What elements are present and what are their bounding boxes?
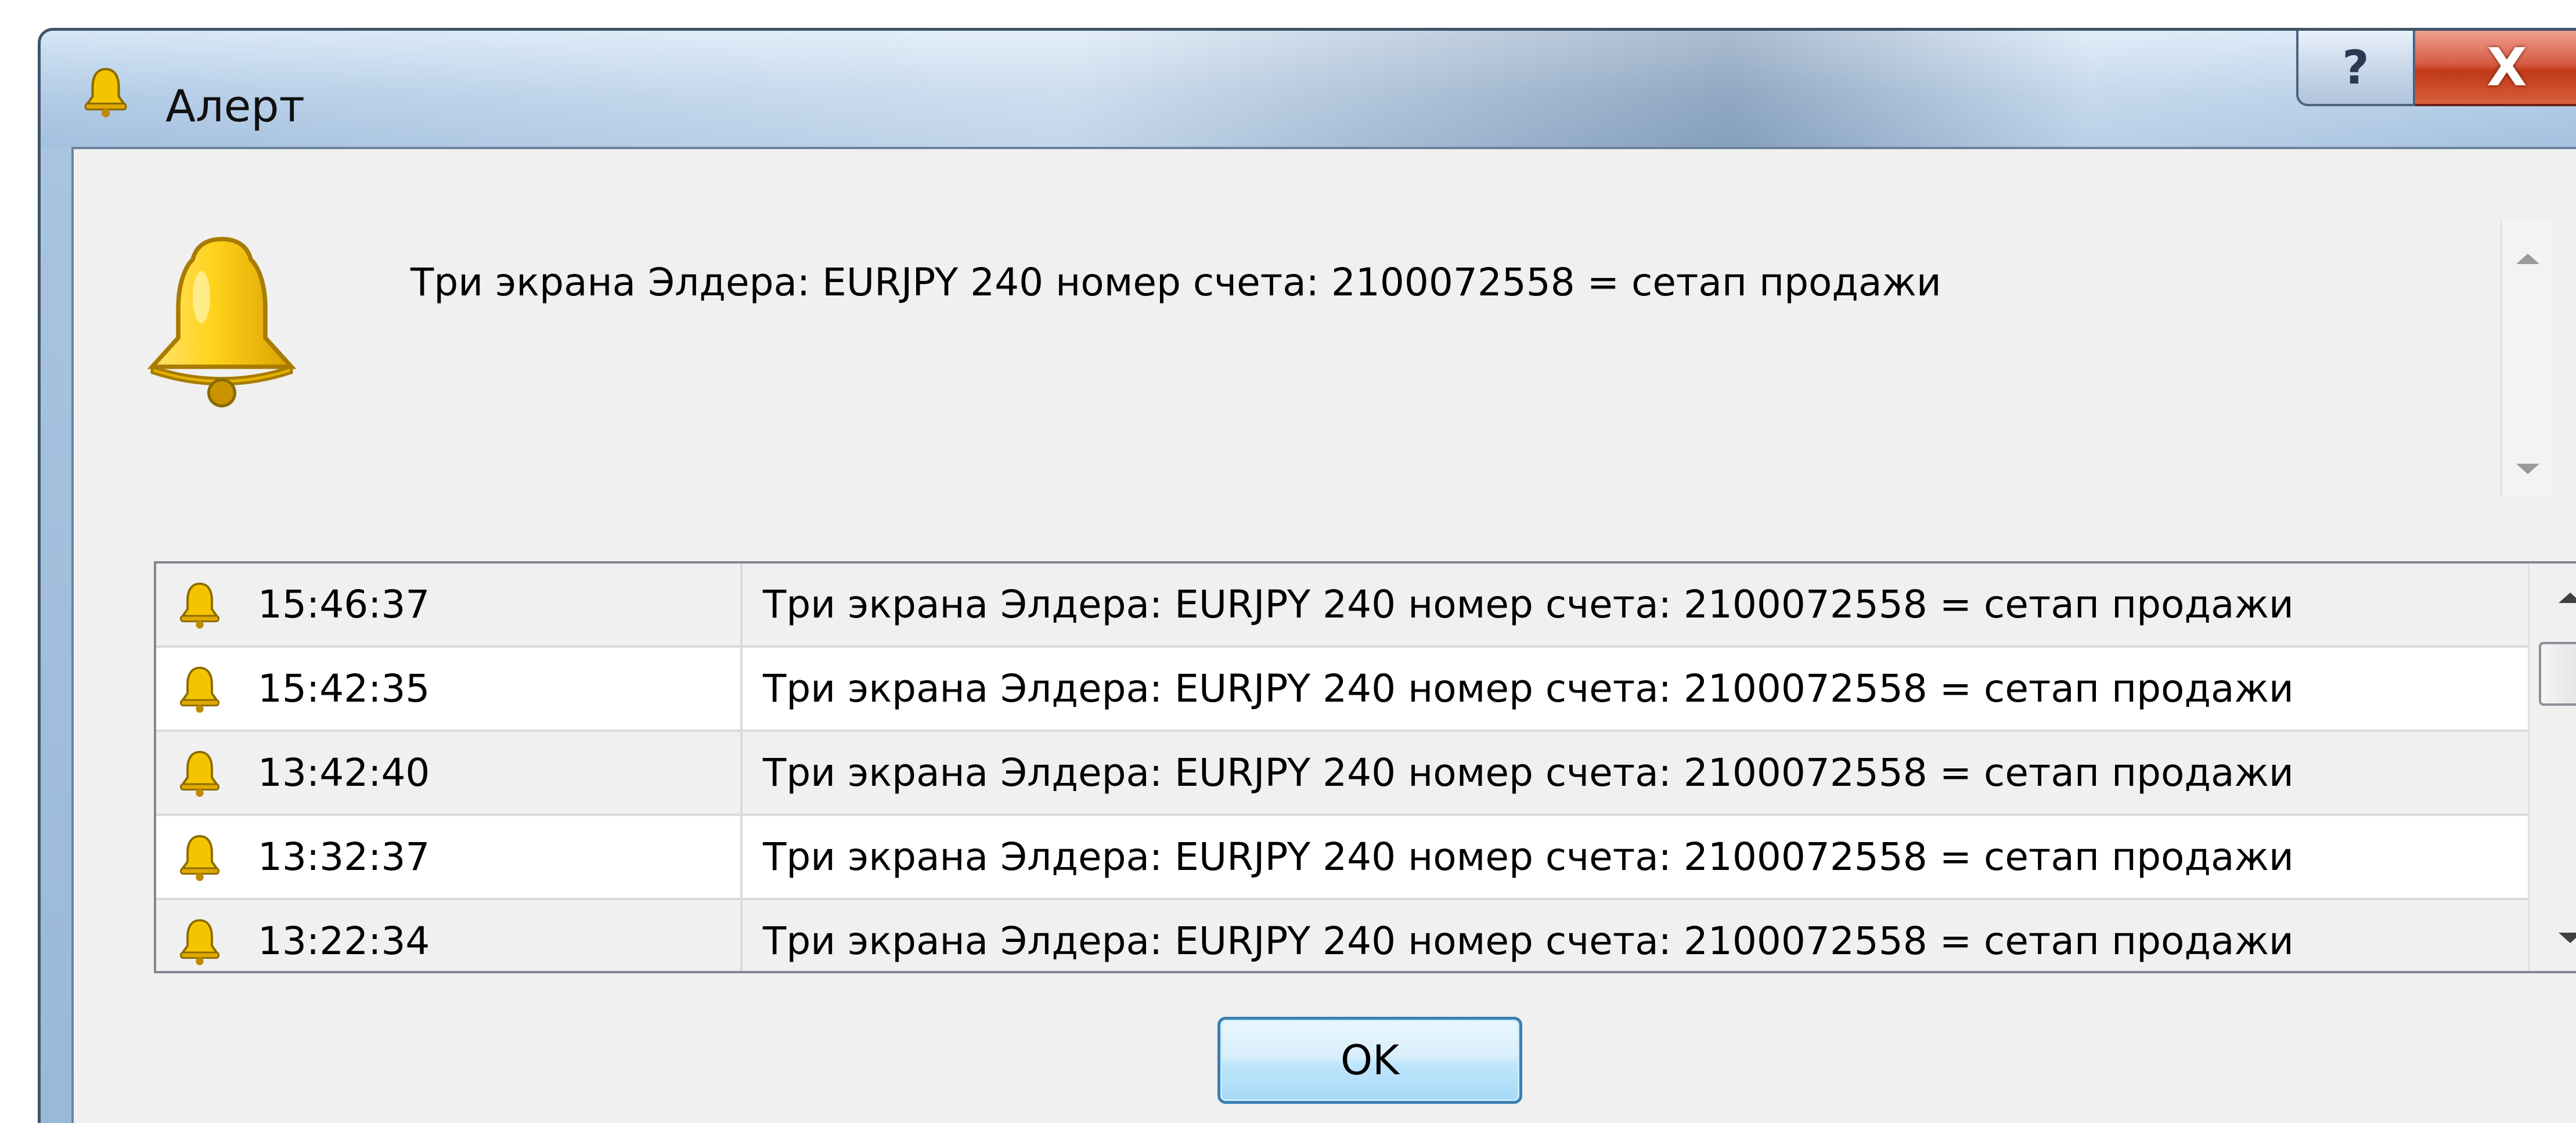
scroll-thumb[interactable] bbox=[2539, 642, 2576, 706]
bell-icon bbox=[179, 750, 220, 797]
alert-history-list[interactable]: 15:46:37 Три экрана Элдера: EURJPY 240 н… bbox=[154, 561, 2576, 973]
alert-bell-icon bbox=[147, 237, 297, 407]
row-time: 15:42:35 bbox=[258, 666, 430, 711]
row-time: 13:32:37 bbox=[258, 835, 430, 879]
time-cell: 13:42:40 bbox=[156, 732, 743, 814]
help-button[interactable]: ? bbox=[2296, 31, 2415, 106]
scroll-down-arrow-icon[interactable] bbox=[2516, 464, 2539, 474]
question-icon: ? bbox=[2342, 40, 2369, 95]
title-bar[interactable]: Алерт ? X bbox=[41, 31, 2576, 147]
alert-message: Три экрана Элдера: EURJPY 240 номер счет… bbox=[410, 260, 1941, 305]
time-cell: 15:46:37 bbox=[156, 564, 743, 645]
row-message: Три экрана Элдера: EURJPY 240 номер счет… bbox=[763, 750, 2294, 795]
close-button[interactable]: X bbox=[2415, 31, 2576, 106]
caption-buttons: ? X bbox=[2296, 31, 2576, 111]
row-time: 13:22:34 bbox=[258, 919, 430, 963]
scroll-up-arrow-icon[interactable] bbox=[2558, 593, 2576, 603]
close-icon: X bbox=[2487, 37, 2527, 98]
row-message: Три экрана Элдера: EURJPY 240 номер счет… bbox=[763, 835, 2294, 879]
ok-button[interactable]: OK bbox=[1217, 1017, 1522, 1104]
table-row[interactable]: 15:46:37 Три экрана Элдера: EURJPY 240 н… bbox=[156, 564, 2528, 648]
alert-window: Алерт ? X Три экрана Элдера: EURJPY 240 … bbox=[38, 28, 2576, 1123]
window-title: Алерт bbox=[165, 80, 305, 132]
message-scrollbar[interactable] bbox=[2501, 219, 2553, 497]
row-time: 15:46:37 bbox=[258, 582, 430, 627]
dialog-body: Три экрана Элдера: EURJPY 240 номер счет… bbox=[71, 147, 2576, 1123]
bell-icon bbox=[179, 666, 220, 713]
table-row[interactable]: 13:22:34 Три экрана Элдера: EURJPY 240 н… bbox=[156, 900, 2528, 971]
scroll-up-arrow-icon[interactable] bbox=[2516, 254, 2539, 264]
bell-icon bbox=[84, 68, 127, 117]
row-time: 13:42:40 bbox=[258, 750, 430, 795]
table-row[interactable]: 13:42:40 Три экрана Элдера: EURJPY 240 н… bbox=[156, 732, 2528, 816]
row-message: Три экрана Элдера: EURJPY 240 номер счет… bbox=[763, 582, 2294, 627]
row-message: Три экрана Элдера: EURJPY 240 номер счет… bbox=[763, 919, 2294, 963]
time-cell: 13:32:37 bbox=[156, 816, 743, 898]
time-cell: 13:22:34 bbox=[156, 900, 743, 971]
time-cell: 15:42:35 bbox=[156, 648, 743, 730]
bell-icon bbox=[179, 582, 220, 629]
scroll-down-arrow-icon[interactable] bbox=[2558, 933, 2576, 943]
bell-icon bbox=[179, 919, 220, 965]
bell-icon bbox=[179, 835, 220, 881]
table-row[interactable]: 15:42:35 Три экрана Элдера: EURJPY 240 н… bbox=[156, 648, 2528, 732]
screen: Алерт ? X Три экрана Элдера: EURJPY 240 … bbox=[0, 0, 2576, 1123]
table-row[interactable]: 13:32:37 Три экрана Элдера: EURJPY 240 н… bbox=[156, 816, 2528, 900]
list-scrollbar[interactable] bbox=[2528, 564, 2576, 971]
row-message: Три экрана Элдера: EURJPY 240 номер счет… bbox=[763, 666, 2294, 711]
